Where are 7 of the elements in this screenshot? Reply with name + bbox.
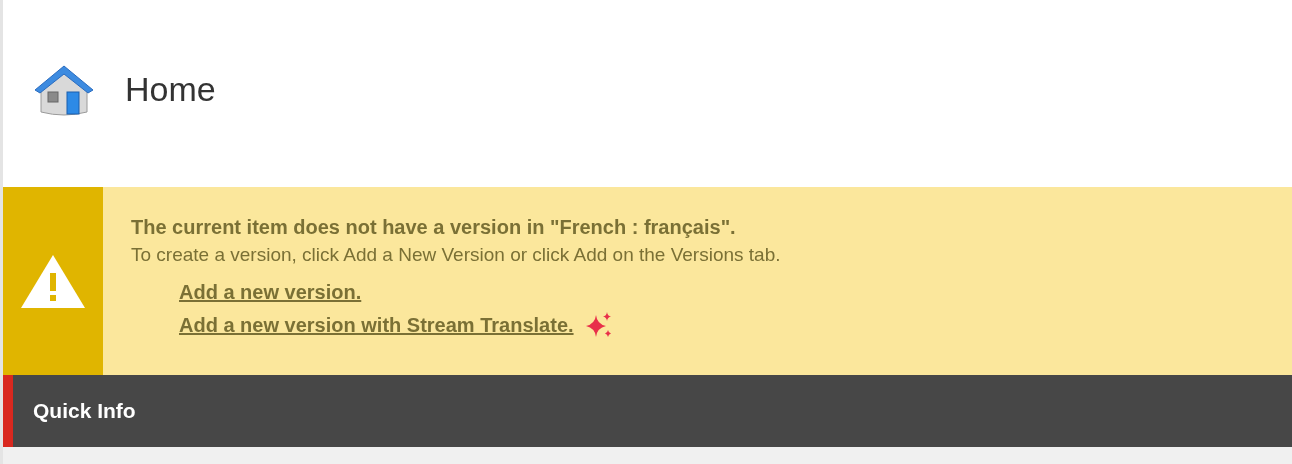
warning-title: The current item does not have a version in "French : français". xyxy=(131,215,737,240)
warning-message: To create a version, click Add a New Version or click Add on the Versions tab. xyxy=(131,243,781,267)
warning-icon xyxy=(20,253,86,309)
version-link[interactable]: Add a new version. xyxy=(179,276,362,307)
version-link[interactable]: Add a new version with Stream Translate. xyxy=(179,309,574,340)
section-header[interactable]: Quick Info xyxy=(3,375,1292,447)
page-title: Home xyxy=(125,69,216,110)
